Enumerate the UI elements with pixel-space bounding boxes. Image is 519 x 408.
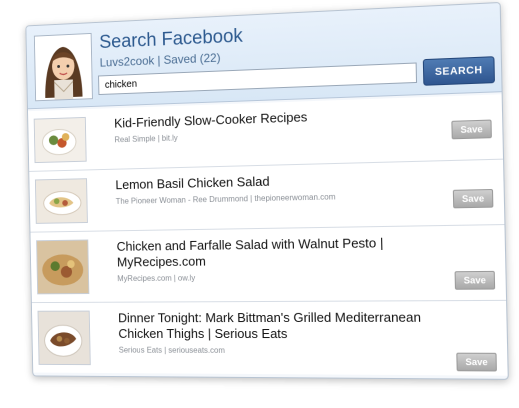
app-panel: Search Facebook Luvs2cook | Saved (22) S…	[25, 2, 508, 380]
save-button[interactable]: Save	[451, 120, 492, 140]
list-item[interactable]: Dinner Tonight: Mark Bittman's Grilled M…	[32, 301, 508, 376]
result-title[interactable]: Dinner Tonight: Mark Bittman's Grilled M…	[118, 309, 437, 342]
avatar	[34, 33, 93, 101]
result-title[interactable]: Lemon Basil Chicken Salad	[115, 170, 434, 193]
results-list: Kid-Friendly Slow-Cooker Recipes Real Si…	[28, 94, 508, 375]
result-source: MyRecipes.com | ow.ly	[117, 274, 195, 284]
search-button[interactable]: SEARCH	[423, 56, 495, 86]
recipe-thumbnail	[38, 311, 91, 366]
header: Search Facebook Luvs2cook | Saved (22) S…	[26, 3, 501, 109]
result-title[interactable]: Chicken and Farfalle Salad with Walnut P…	[117, 234, 436, 270]
save-button[interactable]: Save	[453, 189, 494, 208]
result-source: The Pioneer Woman - Ree Drummond | thepi…	[116, 192, 336, 206]
list-item[interactable]: Lemon Basil Chicken Salad The Pioneer Wo…	[29, 160, 504, 233]
recipe-thumbnail	[36, 240, 89, 295]
page-title: Search Facebook	[99, 26, 243, 54]
save-button[interactable]: Save	[456, 353, 497, 372]
stage: Search Facebook Luvs2cook | Saved (22) S…	[0, 0, 519, 408]
recipe-thumbnail	[35, 178, 88, 224]
user-saved-summary: Luvs2cook | Saved (22)	[100, 51, 221, 70]
result-source: Serious Eats | seriouseats.com	[119, 346, 225, 355]
result-source: Real Simple | bit.ly	[114, 134, 177, 145]
list-item[interactable]: Chicken and Farfalle Salad with Walnut P…	[30, 225, 506, 303]
save-button[interactable]: Save	[455, 271, 496, 290]
avatar-illustration	[35, 34, 92, 100]
recipe-thumbnail	[34, 117, 87, 163]
result-title[interactable]: Kid-Friendly Slow-Cooker Recipes	[114, 105, 432, 132]
